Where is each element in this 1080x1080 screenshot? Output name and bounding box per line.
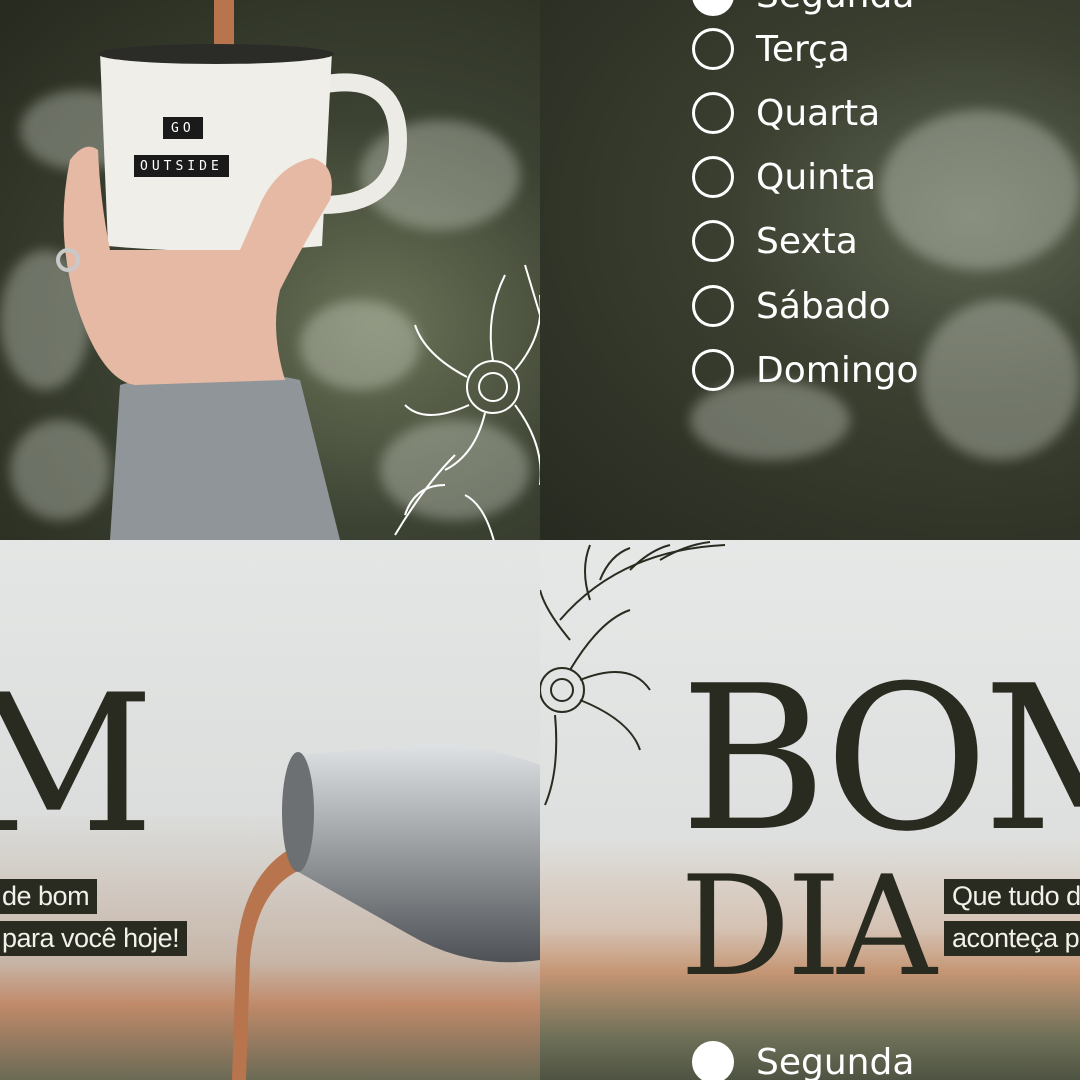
day-option-quinta[interactable]: Quinta	[692, 152, 876, 202]
thermos-illustration	[232, 744, 540, 1080]
day-option-quarta[interactable]: Quarta	[692, 88, 880, 138]
day-label: Sexta	[756, 220, 858, 262]
mug-label-outside: OUTSIDE	[134, 155, 229, 177]
day-option-segunda[interactable]: Segunda	[692, 1037, 914, 1080]
radio-circle	[692, 220, 734, 262]
mug-photo-panel: GO OUTSIDE	[0, 0, 540, 540]
bom-dia-panel: BOM DIA Que tudo d aconteça p Segunda	[540, 540, 1080, 1080]
day-label: Sábado	[756, 285, 891, 327]
day-option-sexta[interactable]: Sexta	[692, 216, 858, 266]
day-option-domingo[interactable]: Domingo	[692, 345, 919, 395]
thermos-bottle	[295, 744, 540, 963]
mug-label-go-text: GO	[171, 121, 195, 136]
day-label: Segunda	[756, 1041, 915, 1080]
mug-label-outside-text: OUTSIDE	[140, 159, 223, 174]
radio-circle	[692, 92, 734, 134]
mug-rim	[98, 44, 334, 64]
day-label: Quinta	[756, 156, 877, 198]
day-label: Terça	[756, 28, 850, 70]
headline-dia: DIA	[680, 846, 937, 1007]
thermos-mouth	[282, 752, 314, 872]
radio-circle	[692, 1041, 734, 1080]
radio-circle	[692, 285, 734, 327]
radio-circle	[692, 156, 734, 198]
day-option-sabado[interactable]: Sábado	[692, 281, 891, 331]
sweater-sleeve	[110, 371, 340, 540]
day-option-terca[interactable]: Terça	[692, 24, 850, 74]
headline-bom: BOM	[680, 643, 1080, 876]
mug-label-go: GO	[163, 117, 203, 139]
day-label: Domingo	[756, 349, 919, 391]
tagline-line2: aconteça p	[944, 921, 1080, 956]
flower-lineart-white	[394, 264, 540, 540]
day-option-segunda-partial[interactable]: Segunda	[692, 0, 914, 20]
radio-circle	[692, 0, 734, 16]
thermos-photo-panel: M de bom para você hoje!	[0, 540, 540, 1080]
radio-circle	[692, 28, 734, 70]
day-label: Segunda	[756, 0, 914, 16]
tagline-line1: Que tudo d	[944, 879, 1080, 914]
coffee-stream	[232, 850, 300, 1080]
days-list-panel: Segunda Terça Quarta Quinta Sexta Sábado…	[540, 0, 1080, 540]
day-label: Quarta	[756, 92, 881, 134]
radio-circle	[692, 349, 734, 391]
post-grid: GO OUTSIDE Segunda	[0, 0, 1080, 1080]
